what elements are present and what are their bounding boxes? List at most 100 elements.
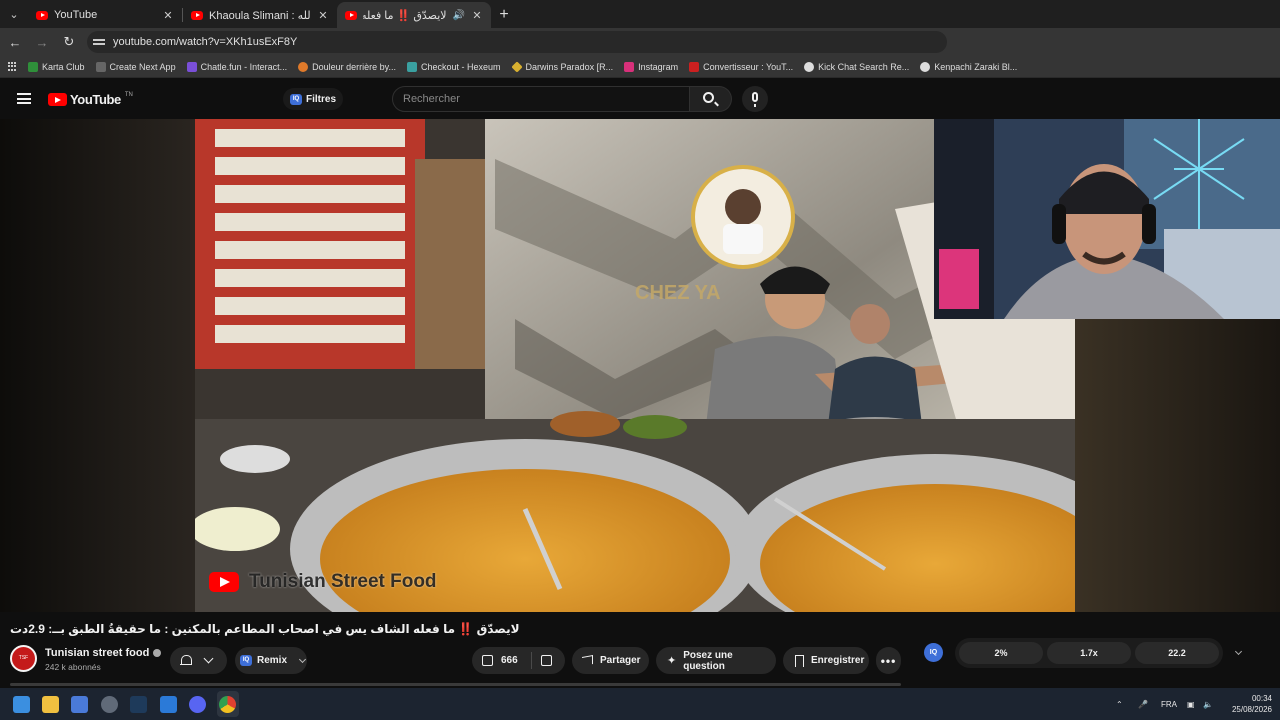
chevron-down-icon[interactable] (1234, 647, 1243, 656)
iq-stats-panel: IQ 2% 1.7x 22.2 (918, 634, 1258, 674)
search-input[interactable]: Rechercher (392, 86, 690, 112)
region-code: TN (124, 92, 133, 98)
youtube-wordmark: YouTube (70, 92, 121, 107)
address-bar-row: ← → ↻ youtube.com/watch?v=XKh1usExF8Y (0, 28, 1280, 56)
channel-name-text[interactable]: Tunisian street food (45, 647, 149, 659)
battle-net-icon[interactable] (160, 696, 177, 713)
bookmark-favicon-icon (510, 60, 523, 73)
iq-stat-score: 22.2 (1135, 642, 1219, 664)
windows-start-icon[interactable] (13, 696, 30, 713)
bookmark-label: Darwins Paradox [R... (525, 61, 614, 72)
channel-avatar[interactable]: TSF (10, 645, 37, 672)
bell-icon (180, 654, 192, 667)
iq-extension-icon: IQ (290, 93, 302, 105)
thumbs-down-icon[interactable] (541, 655, 552, 666)
bookmark-kenpachi[interactable]: Kenpachi Zaraki Bl... (920, 61, 1017, 72)
more-actions-button[interactable]: ••• (876, 647, 901, 674)
clock-date: 25/08/2026 (1231, 705, 1272, 714)
youtube-favicon-icon (345, 10, 357, 20)
voice-search-button[interactable] (742, 86, 768, 112)
bookmark-favicon-icon (95, 61, 106, 72)
streamer-webcam-overlay (934, 119, 1280, 319)
file-explorer-icon[interactable] (42, 696, 59, 713)
notifications-button[interactable] (170, 647, 227, 674)
like-count: 666 (501, 655, 518, 666)
browser-tab-khaoula[interactable]: Khaoula Slimani : ء من أجل الله ✕ (183, 2, 337, 28)
back-arrow-icon[interactable]: ← (3, 30, 27, 54)
discord-icon[interactable] (189, 696, 206, 713)
steam-icon[interactable] (130, 696, 147, 713)
verified-check-icon (153, 649, 162, 657)
volume-icon[interactable]: 🔈 (1203, 688, 1213, 720)
search-button[interactable] (690, 86, 732, 112)
bookmark-label: Convertisseur : YouT... (703, 61, 794, 72)
browser-tab-youtube[interactable]: YouTube ✕ (28, 2, 182, 28)
browser-tab-current-video[interactable]: لايصدّق ‼️ ما فعله الشاف يس 🔊 ✕ (337, 2, 491, 28)
app-circle-icon[interactable] (101, 696, 118, 713)
bookmark-hexeum[interactable]: Checkout - Hexeum (407, 61, 501, 72)
tab-search-chevron-icon[interactable]: ⌄ (0, 0, 28, 28)
tray-overflow-chevron-icon[interactable]: ⌃ (1116, 688, 1123, 720)
tab-title: لايصدّق ‼️ ما فعله الشاف يس (363, 9, 447, 22)
like-button[interactable]: 666 (472, 652, 532, 669)
apps-grid-icon[interactable] (8, 61, 18, 72)
iq-stat-percent: 2% (959, 642, 1043, 664)
bookmark-convertisseur[interactable]: Convertisseur : YouT... (689, 61, 794, 72)
bookmark-label: Create Next App (109, 61, 176, 72)
video-info-section: لايصدّق ‼️ ما فعله الشاف يس في اصحاب الم… (0, 612, 1280, 688)
system-clock[interactable]: 00:34 25/08/2026 (1224, 693, 1272, 715)
sparkle-icon: ✦ (667, 655, 677, 667)
bookmark-instagram[interactable]: Instagram (624, 61, 678, 72)
chevron-down-icon (203, 653, 214, 664)
bookmark-favicon-icon (186, 61, 197, 72)
microphone-icon (752, 92, 758, 107)
hamburger-menu-icon[interactable] (17, 93, 31, 104)
share-arrow-icon (582, 655, 593, 666)
bookmark-label: Karta Club (42, 61, 85, 72)
tab-close-icon[interactable]: ✕ (317, 9, 329, 22)
bookmark-favicon-icon (407, 61, 417, 72)
microsoft-store-icon[interactable] (71, 696, 88, 713)
save-button[interactable]: Enregistrer (783, 647, 869, 674)
tab-close-icon[interactable]: ✕ (471, 9, 483, 22)
page-scroll-track (10, 683, 901, 686)
video-player[interactable]: CHEZ YA Tunisian Street Food (0, 119, 1280, 717)
bookmark-favicon-icon (298, 61, 309, 72)
new-tab-button[interactable]: + (491, 2, 517, 28)
speaker-icon[interactable]: 🔊 (453, 10, 465, 21)
youtube-favicon-icon (191, 10, 203, 20)
ask-question-button[interactable]: ✦ Posez une question (656, 647, 776, 674)
bookmark-chatle[interactable]: Chatle.fun - Interact... (186, 61, 287, 72)
chrome-icon[interactable] (219, 696, 236, 713)
filters-button[interactable]: IQ Filtres (283, 88, 344, 110)
microphone-tray-icon[interactable]: 🎤 (1138, 688, 1148, 720)
subscriber-count: 242 k abonnés (45, 662, 101, 672)
bookmark-douleur[interactable]: Douleur derrière by... (298, 61, 396, 72)
input-language[interactable]: FRA (1161, 688, 1177, 720)
iq-extension-icon[interactable]: IQ (924, 643, 943, 662)
network-icon[interactable]: ▣ (1187, 688, 1195, 720)
share-button[interactable]: Partager (572, 647, 649, 674)
site-info-icon[interactable] (93, 37, 105, 47)
channel-name[interactable]: Tunisian street food (45, 647, 162, 659)
clock-time: 00:34 (1251, 694, 1272, 703)
remix-button[interactable]: IQ Remix (235, 647, 307, 674)
bookmark-favicon-icon (689, 61, 700, 72)
forward-arrow-icon[interactable]: → (30, 30, 54, 54)
instagram-icon (624, 61, 635, 72)
reload-icon[interactable]: ↻ (57, 30, 81, 54)
bookmarks-bar: Karta Club Create Next App Chatle.fun - … (0, 56, 1280, 78)
bookmark-darwins-paradox[interactable]: Darwins Paradox [R... (510, 60, 614, 73)
like-dislike-group: 666 (472, 647, 565, 674)
bookmark-label: Douleur derrière by... (312, 61, 396, 72)
youtube-logo[interactable]: YouTube TN (48, 92, 133, 107)
bookmark-karta-club[interactable]: Karta Club (28, 61, 85, 72)
bookmark-create-next-app[interactable]: Create Next App (95, 61, 176, 72)
url-omnibox[interactable]: youtube.com/watch?v=XKh1usExF8Y (87, 31, 947, 53)
svg-text:CHEZ YA: CHEZ YA (635, 282, 721, 304)
globe-icon (920, 61, 931, 72)
url-text[interactable]: youtube.com/watch?v=XKh1usExF8Y (113, 36, 297, 48)
tab-close-icon[interactable]: ✕ (162, 9, 174, 22)
bookmark-kick-chat[interactable]: Kick Chat Search Re... (804, 61, 909, 72)
save-label: Enregistrer (811, 655, 865, 666)
